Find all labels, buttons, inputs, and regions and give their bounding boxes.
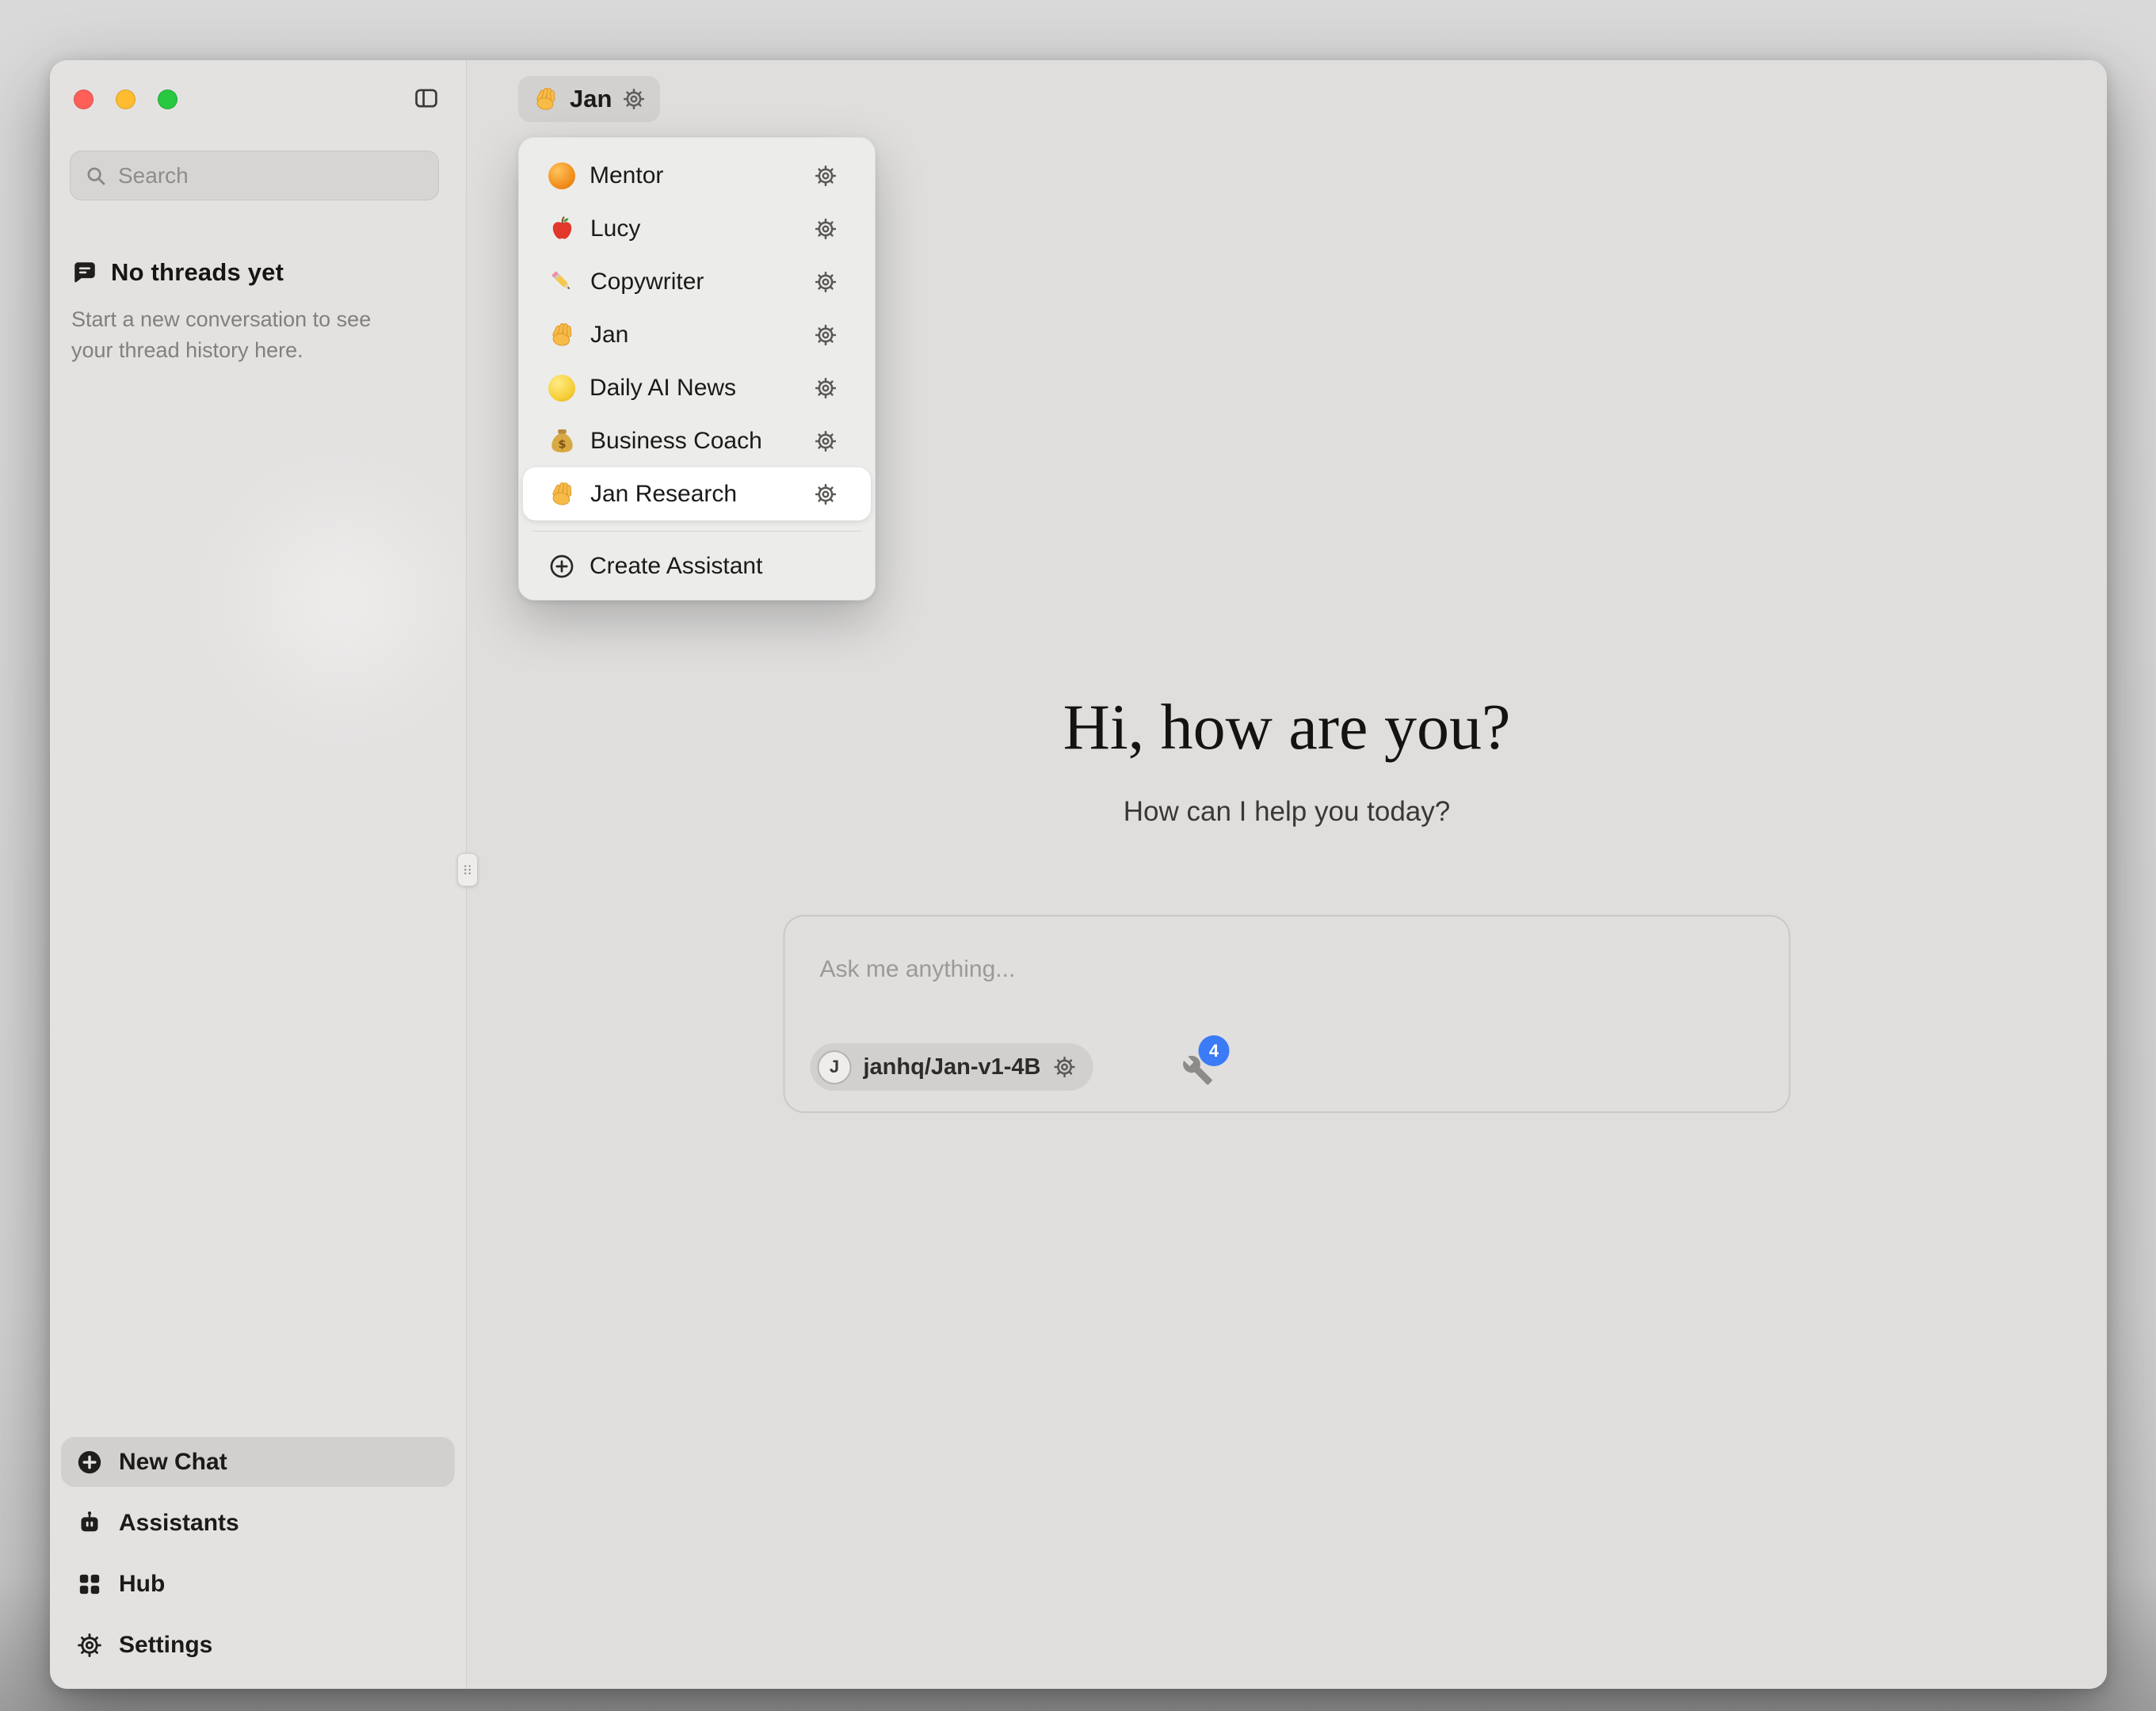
assistant-menu-item-jan-research[interactable]: Jan Research [523, 467, 871, 520]
sidebar-item-new-chat[interactable]: New Chat [61, 1437, 455, 1487]
assistant-settings-button[interactable] [814, 376, 838, 400]
app-window: Search No threads yet Start a new conver… [50, 60, 2107, 1689]
nav-item-label: Assistants [119, 1510, 239, 1537]
assistant-settings-button[interactable] [814, 429, 838, 453]
orange-circle-icon [548, 162, 575, 189]
model-name: janhq/Jan-v1-4B [864, 1054, 1041, 1080]
sidebar-item-assistants[interactable]: Assistants [61, 1498, 455, 1548]
search-icon [84, 164, 108, 188]
gear-icon [622, 87, 646, 111]
create-assistant-label: Create Assistant [590, 553, 762, 580]
wave-hand-icon [532, 86, 559, 112]
assistant-menu-item-business-coach[interactable]: Business Coach [523, 414, 871, 467]
wave-hand-icon [548, 480, 576, 508]
search-placeholder: Search [118, 163, 189, 189]
hub-icon [76, 1571, 103, 1598]
sidebar-resize-handle[interactable] [457, 853, 478, 886]
tools-count-badge: 4 [1199, 1035, 1230, 1066]
chat-input-box[interactable]: Ask me anything... J janhq/Jan-v1-4B 4 [784, 915, 1791, 1113]
assistant-menu-item-lucy[interactable]: Lucy [523, 202, 871, 255]
menu-item-label: Jan Research [590, 481, 799, 508]
assistant-settings-button[interactable] [814, 217, 838, 241]
sidebar-item-hub[interactable]: Hub [61, 1559, 455, 1609]
sidebar: Search No threads yet Start a new conver… [50, 60, 467, 1689]
model-selector-button[interactable]: J janhq/Jan-v1-4B [811, 1043, 1093, 1091]
grip-dots-icon [459, 856, 476, 883]
chat-bubble-icon [71, 259, 98, 286]
assistant-menu-item-copywriter[interactable]: Copywriter [523, 255, 871, 308]
assistant-dropdown-menu: Mentor Lucy Copywriter Jan Daily AI News [518, 137, 876, 600]
greeting-subtitle: How can I help you today? [467, 796, 2107, 828]
settings-gear-icon [76, 1632, 103, 1659]
assistant-settings-button[interactable] [814, 323, 838, 347]
apple-icon [548, 215, 576, 242]
search-input[interactable]: Search [70, 151, 439, 200]
minimize-window-button[interactable] [116, 90, 135, 109]
menu-divider [532, 531, 861, 532]
assistant-selector-button[interactable]: Jan [518, 76, 660, 122]
assistant-settings-button[interactable] [814, 164, 838, 188]
nav-item-label: Hub [119, 1571, 165, 1598]
greeting-title: Hi, how are you? [467, 690, 2107, 764]
menu-item-label: Mentor [590, 162, 799, 189]
empty-state-title: No threads yet [111, 258, 284, 287]
nav-item-label: New Chat [119, 1449, 227, 1476]
greeting-block: Hi, how are you? How can I help you toda… [467, 690, 2107, 828]
model-avatar: J [818, 1050, 852, 1084]
new-chat-plus-icon [76, 1449, 103, 1476]
sidebar-item-settings[interactable]: Settings [61, 1620, 455, 1670]
plus-circle-outline-icon [548, 553, 575, 580]
sidebar-highlight-blob [200, 456, 486, 741]
pencil-icon [548, 268, 576, 295]
assistant-settings-button[interactable] [814, 482, 838, 506]
window-controls [74, 90, 177, 109]
assistant-menu-item-daily-ai-news[interactable]: Daily AI News [523, 361, 871, 414]
yellow-circle-icon [548, 375, 575, 402]
assistant-name: Jan [570, 85, 612, 113]
nav-item-label: Settings [119, 1632, 212, 1659]
sidebar-toggle-icon [413, 85, 440, 112]
menu-item-label: Lucy [590, 215, 799, 242]
gear-icon [1053, 1055, 1077, 1079]
assistant-menu-item-jan[interactable]: Jan [523, 308, 871, 361]
assistant-settings-button[interactable] [814, 270, 838, 294]
empty-state-description: Start a new conversation to see your thr… [71, 304, 417, 366]
wave-hand-icon [548, 321, 576, 349]
menu-item-label: Business Coach [590, 428, 799, 455]
menu-item-label: Daily AI News [590, 375, 799, 402]
money-bag-icon [548, 427, 576, 455]
sidebar-nav: New Chat Assistants Hub Settings [61, 1437, 455, 1670]
close-window-button[interactable] [74, 90, 93, 109]
assistants-icon [76, 1510, 103, 1537]
chat-input-placeholder: Ask me anything... [820, 956, 1016, 983]
create-assistant-button[interactable]: Create Assistant [523, 541, 871, 591]
sidebar-toggle-button[interactable] [409, 81, 444, 116]
menu-item-label: Jan [590, 322, 799, 349]
menu-item-label: Copywriter [590, 269, 799, 295]
threads-empty-state: No threads yet Start a new conversation … [71, 258, 423, 366]
zoom-window-button[interactable] [158, 90, 177, 109]
assistant-menu-item-mentor[interactable]: Mentor [523, 149, 871, 202]
main-area: Jan Mentor Lucy Copywriter Jan [467, 60, 2107, 1689]
